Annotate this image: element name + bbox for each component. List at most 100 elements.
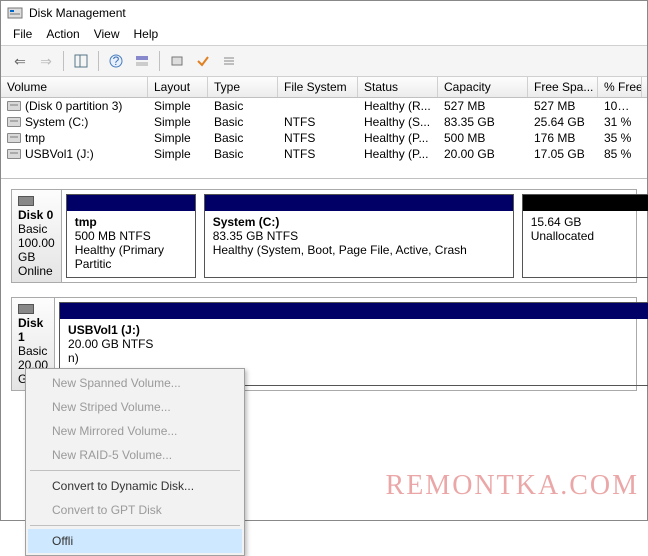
commit-icon[interactable] [192, 50, 214, 72]
cell: 31 % [598, 114, 642, 130]
titlebar: Disk Management [1, 1, 647, 25]
nav-back-icon[interactable]: ⇐ [9, 50, 31, 72]
cell: 527 MB [438, 98, 528, 114]
disk-icon [18, 196, 34, 206]
partition-bar [523, 195, 648, 211]
column-header[interactable]: Volume [1, 77, 148, 97]
disk0-label[interactable]: Disk 0 Basic 100.00 GB Online [12, 190, 62, 282]
cell: Healthy (S... [358, 114, 438, 130]
show-hide-icon[interactable] [70, 50, 92, 72]
cell: NTFS [278, 146, 358, 162]
menubar[interactable]: File Action View Help [1, 25, 647, 45]
partition[interactable]: System (C:)83.35 GB NTFSHealthy (System,… [204, 194, 514, 278]
disk-row-0: Disk 0 Basic 100.00 GB Online tmp500 MB … [11, 189, 637, 283]
cell: Simple [148, 130, 208, 146]
menu-item: New Mirrored Volume... [28, 419, 242, 443]
cell: 500 MB [438, 130, 528, 146]
cell: Basic [208, 114, 278, 130]
cell: Simple [148, 114, 208, 130]
disk0-name: Disk 0 [18, 208, 53, 222]
volume-icon [7, 149, 21, 159]
list-icon[interactable] [218, 50, 240, 72]
menu-item: New Striped Volume... [28, 395, 242, 419]
menu-item: New Spanned Volume... [28, 371, 242, 395]
partition[interactable]: 15.64 GBUnallocated [522, 194, 648, 278]
watermark: REMONTKA.COM [386, 470, 639, 502]
cell: USBVol1 (J:) [1, 146, 148, 162]
menu-help[interactable]: Help [134, 27, 159, 41]
table-row[interactable]: (Disk 0 partition 3)SimpleBasicHealthy (… [1, 98, 647, 114]
partition-bar [67, 195, 195, 211]
column-header[interactable]: Type [208, 77, 278, 97]
cell: 176 MB [528, 130, 598, 146]
cell: 35 % [598, 130, 642, 146]
disk0-state: Online [18, 264, 53, 278]
partition-status: n) [68, 351, 79, 365]
menu-item: Convert to GPT Disk [28, 498, 242, 522]
volume-list: VolumeLayoutTypeFile SystemStatusCapacit… [1, 77, 647, 179]
window-title: Disk Management [29, 6, 126, 20]
disk0-size: 100.00 GB [18, 236, 55, 264]
volume-icon [7, 117, 21, 127]
cell: System (C:) [1, 114, 148, 130]
volume-rows[interactable]: (Disk 0 partition 3)SimpleBasicHealthy (… [1, 98, 647, 178]
app-icon [7, 5, 23, 21]
column-header[interactable]: File System [278, 77, 358, 97]
column-header[interactable]: Capacity [438, 77, 528, 97]
cell: Basic [208, 146, 278, 162]
partition-bar [60, 303, 648, 319]
volume-icon [7, 101, 21, 111]
menu-view[interactable]: View [94, 27, 120, 41]
cell: Simple [148, 146, 208, 162]
cell [278, 98, 358, 114]
partition-size: 83.35 GB NTFS [213, 229, 298, 243]
partition[interactable]: tmp500 MB NTFSHealthy (Primary Partitic [66, 194, 196, 278]
menu-action[interactable]: Action [46, 27, 79, 41]
disk-icon [18, 304, 34, 314]
cell: 85 % [598, 146, 642, 162]
disk1-type: Basic [18, 344, 47, 358]
partition-title: tmp [75, 215, 97, 229]
partition-size: 500 MB NTFS [75, 229, 151, 243]
table-row[interactable]: System (C:)SimpleBasicNTFSHealthy (S...8… [1, 114, 647, 130]
volume-icon [7, 133, 21, 143]
help-icon[interactable]: ? [105, 50, 127, 72]
column-header[interactable]: Free Spa... [528, 77, 598, 97]
cell: NTFS [278, 114, 358, 130]
menu-item[interactable]: Convert to Dynamic Disk... [28, 474, 242, 498]
cell: 83.35 GB [438, 114, 528, 130]
column-header[interactable]: Status [358, 77, 438, 97]
refresh-icon[interactable] [166, 50, 188, 72]
column-headers[interactable]: VolumeLayoutTypeFile SystemStatusCapacit… [1, 77, 647, 98]
partition-title: USBVol1 (J:) [68, 323, 140, 337]
disk1-name: Disk 1 [18, 316, 43, 344]
cell: Simple [148, 98, 208, 114]
cell: 20.00 GB [438, 146, 528, 162]
view-top-icon[interactable] [131, 50, 153, 72]
toolbar: ⇐ ⇒ ? [1, 45, 647, 77]
disk0-type: Basic [18, 222, 47, 236]
menu-item[interactable]: Offli [28, 529, 242, 553]
menu-file[interactable]: File [13, 27, 32, 41]
cell: Basic [208, 130, 278, 146]
table-row[interactable]: tmpSimpleBasicNTFSHealthy (P...500 MB176… [1, 130, 647, 146]
partition-status: Unallocated [531, 229, 594, 243]
partition-size: 20.00 GB NTFS [68, 337, 153, 351]
toolbar-separator [63, 51, 64, 71]
column-header[interactable]: Layout [148, 77, 208, 97]
cell: tmp [1, 130, 148, 146]
disk-map: Disk 0 Basic 100.00 GB Online tmp500 MB … [1, 179, 647, 391]
cell: (Disk 0 partition 3) [1, 98, 148, 114]
cell: Basic [208, 98, 278, 114]
cell: 527 MB [528, 98, 598, 114]
toolbar-separator [159, 51, 160, 71]
context-menu[interactable]: New Spanned Volume...New Striped Volume.… [25, 368, 245, 556]
partition-status: Healthy (System, Boot, Page File, Active… [213, 243, 467, 257]
table-row[interactable]: USBVol1 (J:)SimpleBasicNTFSHealthy (P...… [1, 146, 647, 162]
column-header[interactable]: % Free [598, 77, 642, 97]
partition-title: System (C:) [213, 215, 280, 229]
cell: 100 % [598, 98, 642, 114]
cell: NTFS [278, 130, 358, 146]
nav-forward-icon: ⇒ [35, 50, 57, 72]
cell: Healthy (P... [358, 146, 438, 162]
